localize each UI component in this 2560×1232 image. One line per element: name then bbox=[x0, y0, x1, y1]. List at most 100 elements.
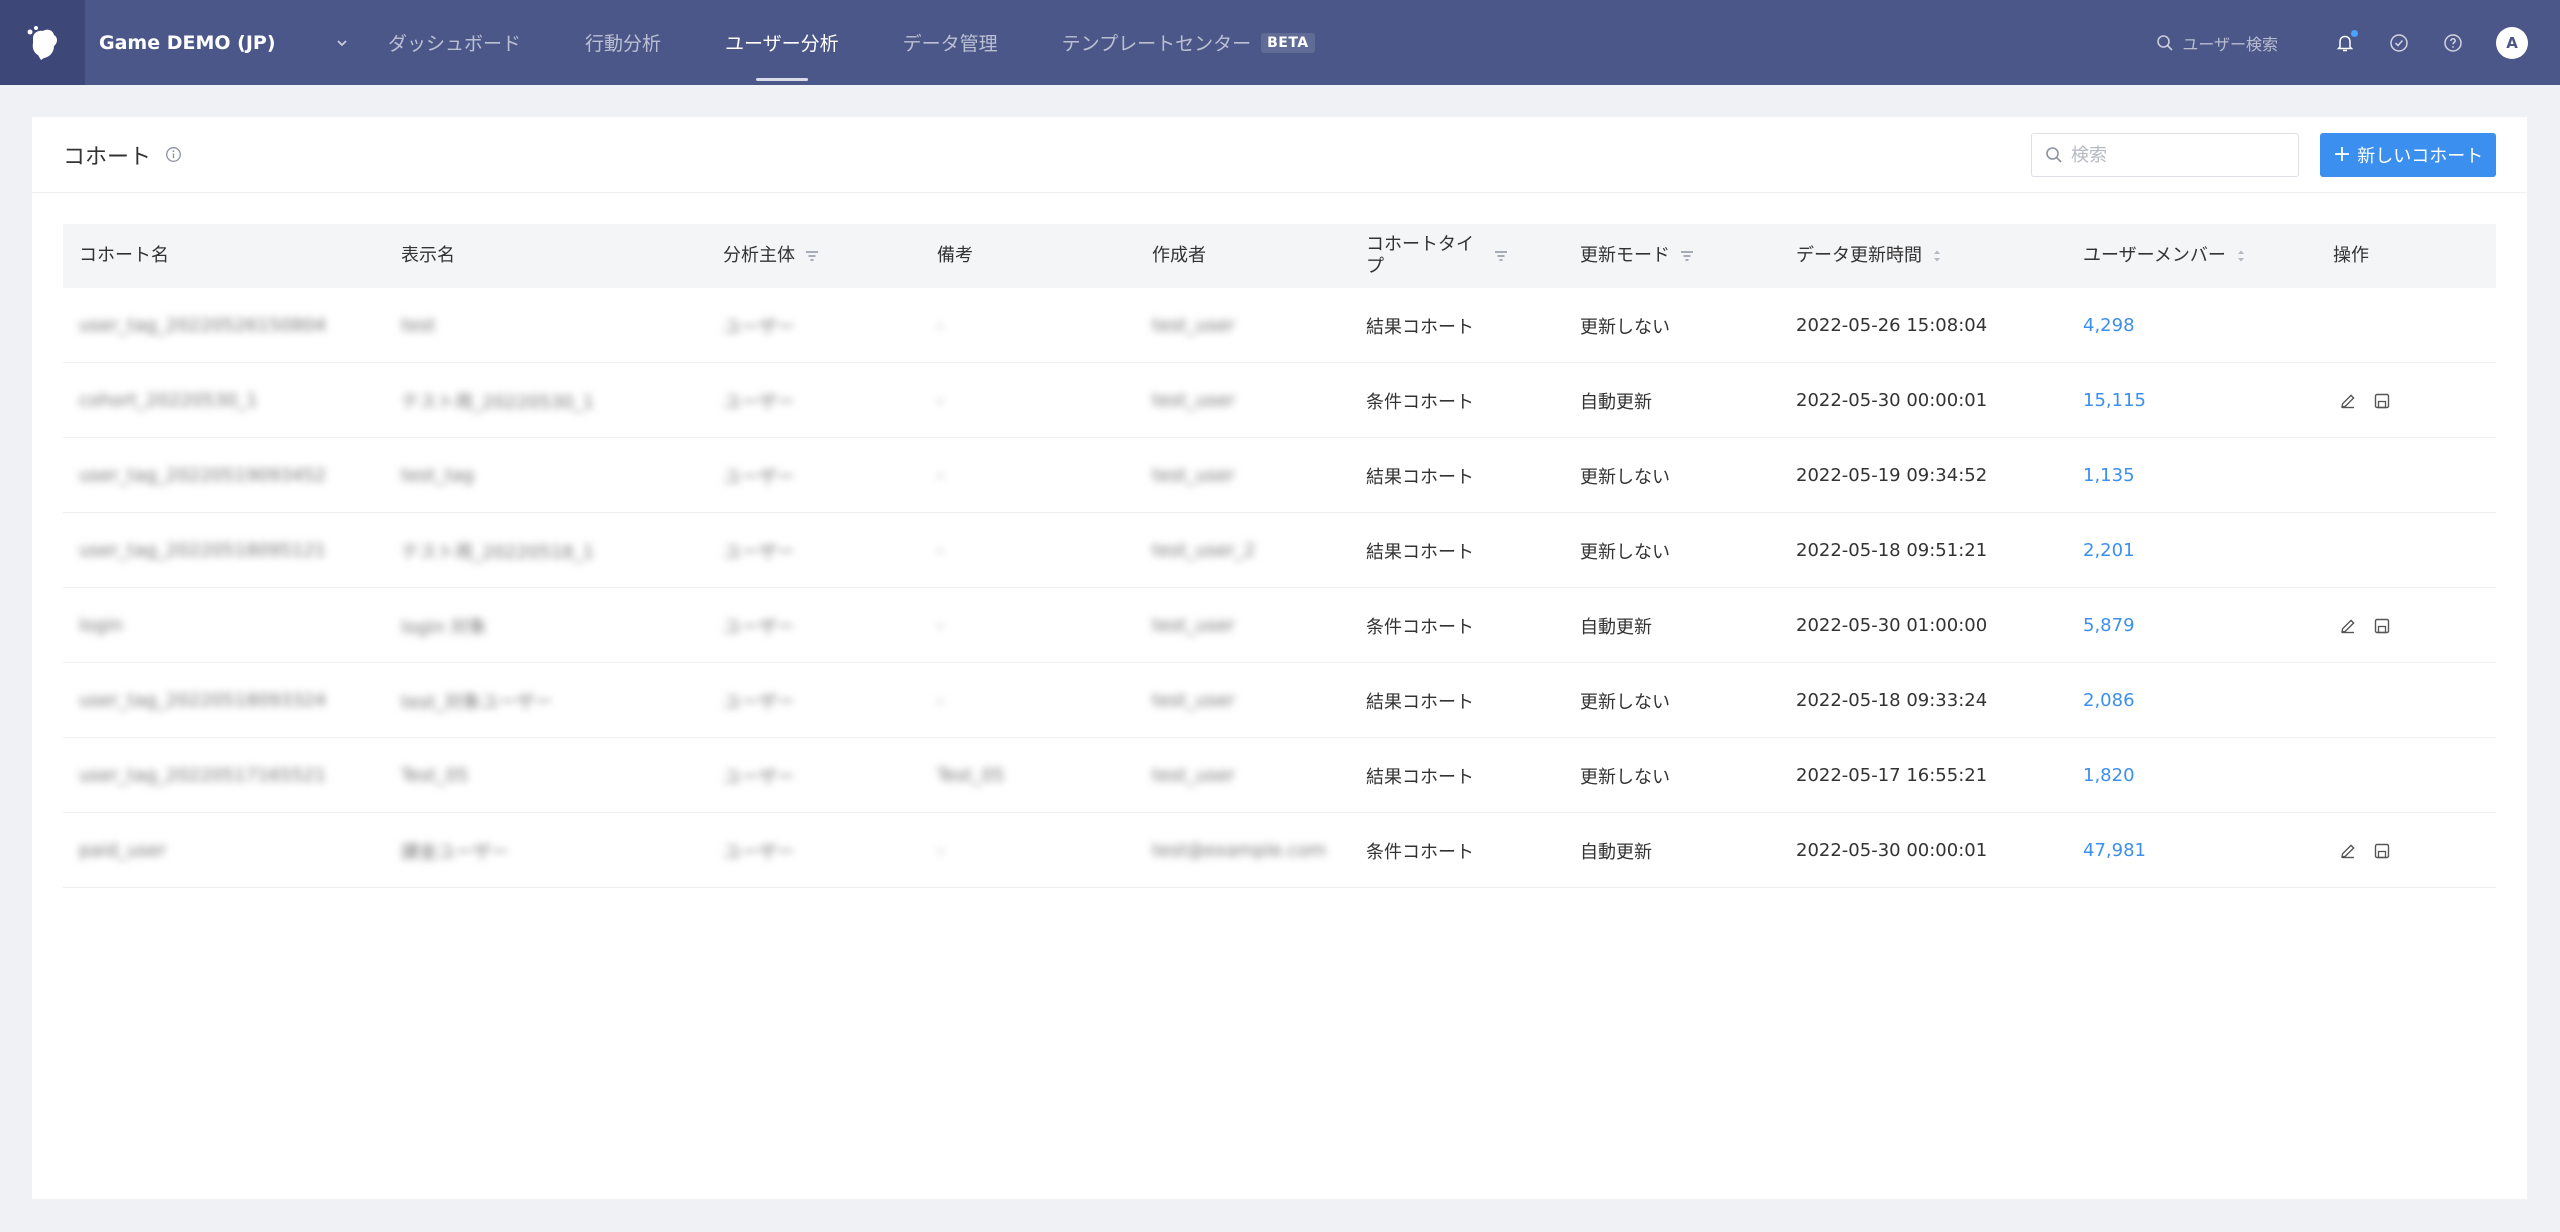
cell-data-update-time: 2022-05-30 01:00:00 bbox=[1796, 588, 1987, 663]
check-circle-icon bbox=[2390, 33, 2408, 52]
cell-user-members: 5,879 bbox=[2083, 588, 2135, 663]
filter-icon[interactable] bbox=[1680, 250, 1694, 262]
info-icon[interactable] bbox=[165, 146, 182, 163]
table-row[interactable]: paid_user 課金ユーザー ユーザー - test@example.com… bbox=[63, 813, 2496, 888]
user-members-link[interactable]: 2,201 bbox=[2083, 540, 2135, 561]
edit-icon[interactable] bbox=[2339, 617, 2357, 635]
main-nav-tabs: ダッシュボード 行動分析 ユーザー分析 データ管理 テンプレートセンター BET… bbox=[373, 0, 1315, 85]
notifications-button[interactable] bbox=[2334, 29, 2358, 54]
note: - bbox=[937, 465, 944, 486]
cell-cohort-type: 結果コホート bbox=[1366, 438, 1474, 513]
tab-label: ユーザー分析 bbox=[725, 33, 839, 55]
table-row[interactable]: user_tag_20220526150804 test ユーザー - test… bbox=[63, 288, 2496, 363]
cell-user-members: 47,981 bbox=[2083, 813, 2146, 888]
update-mode: 自動更新 bbox=[1580, 841, 1652, 863]
user-members-link[interactable]: 5,879 bbox=[2083, 615, 2135, 636]
note: - bbox=[937, 315, 944, 336]
cell-display-name: テスト用_20220518_1 bbox=[401, 513, 594, 588]
help-circle-icon bbox=[2444, 33, 2462, 52]
table-row[interactable]: user_tag_20220518093324 test_対象ユーザー ユーザー… bbox=[63, 663, 2496, 738]
save-icon[interactable] bbox=[2373, 617, 2391, 635]
display-name: Test_05 bbox=[401, 765, 469, 786]
user-search-label: ユーザー検索 bbox=[2182, 34, 2278, 54]
creator: test@example.com bbox=[1152, 840, 1327, 861]
note: - bbox=[937, 390, 944, 411]
cohort-table: コホート名 表示名 分析主体 備考 作成者 コホートタイプ 更新モード データ更… bbox=[63, 224, 2496, 888]
cell-cohort-type: 結果コホート bbox=[1366, 288, 1474, 363]
user-members-link[interactable]: 2,086 bbox=[2083, 690, 2135, 711]
filter-icon[interactable] bbox=[1494, 250, 1508, 262]
header-label: 表示名 bbox=[401, 245, 455, 266]
filter-icon[interactable] bbox=[805, 250, 819, 262]
display-name: test bbox=[401, 315, 436, 336]
user-search[interactable]: ユーザー検索 bbox=[2156, 31, 2278, 55]
user-members-link[interactable]: 47,981 bbox=[2083, 840, 2146, 861]
avatar[interactable]: A bbox=[2496, 26, 2528, 59]
save-icon[interactable] bbox=[2373, 842, 2391, 860]
creator: test_user bbox=[1152, 315, 1235, 336]
table-row[interactable]: login login 対象 ユーザー - test_user 条件コホート 自… bbox=[63, 588, 2496, 663]
tab-behavior-analysis[interactable]: 行動分析 bbox=[585, 0, 661, 85]
cohort-type: 条件コホート bbox=[1366, 391, 1474, 413]
table-row[interactable]: user_tag_20220518095121 テスト用_20220518_1 … bbox=[63, 513, 2496, 588]
creator: test_user bbox=[1152, 765, 1235, 786]
tab-data-management[interactable]: データ管理 bbox=[903, 0, 998, 85]
help-button[interactable] bbox=[2442, 32, 2464, 54]
cohort-name: user_tag_20220519093452 bbox=[79, 465, 327, 486]
edit-icon[interactable] bbox=[2339, 842, 2357, 860]
cohort-name: user_tag_20220517165521 bbox=[79, 765, 327, 786]
col-cohort-name: コホート名 bbox=[79, 245, 169, 267]
header-label: データ更新時間 bbox=[1796, 245, 1922, 266]
search-input[interactable] bbox=[2071, 144, 2291, 166]
cell-data-update-time: 2022-05-18 09:33:24 bbox=[1796, 663, 1987, 738]
project-selector[interactable]: Game DEMO (JP) bbox=[85, 0, 357, 85]
cell-display-name: test_tag bbox=[401, 438, 474, 513]
note: Test_05 bbox=[937, 765, 1005, 786]
subject: ユーザー bbox=[723, 466, 795, 488]
logo[interactable] bbox=[0, 0, 85, 85]
cell-user-members: 1,820 bbox=[2083, 738, 2135, 813]
cell-display-name: test_対象ユーザー bbox=[401, 663, 552, 738]
cell-actions bbox=[2339, 363, 2391, 438]
table-row[interactable]: cohort_20220530_1 テスト用_20220530_1 ユーザー -… bbox=[63, 363, 2496, 438]
row-actions bbox=[2339, 617, 2391, 635]
cell-user-members: 2,086 bbox=[2083, 663, 2135, 738]
table-row[interactable]: user_tag_20220517165521 Test_05 ユーザー Tes… bbox=[63, 738, 2496, 813]
note: - bbox=[937, 690, 944, 711]
tab-dashboard[interactable]: ダッシュボード bbox=[388, 0, 521, 85]
cell-cohort-name: paid_user bbox=[79, 813, 166, 888]
user-members-link[interactable]: 4,298 bbox=[2083, 315, 2135, 336]
update-mode: 更新しない bbox=[1580, 691, 1670, 713]
data-update-time: 2022-05-18 09:33:24 bbox=[1796, 690, 1988, 711]
cell-creator: test@example.com bbox=[1152, 813, 1326, 888]
user-members-link[interactable]: 1,135 bbox=[2083, 465, 2135, 486]
tab-label: 行動分析 bbox=[585, 33, 662, 55]
user-members-link[interactable]: 1,820 bbox=[2083, 765, 2135, 786]
cell-note: - bbox=[937, 663, 944, 738]
tab-label: データ管理 bbox=[902, 33, 998, 55]
cell-creator: test_user bbox=[1152, 738, 1235, 813]
cohort-name: user_tag_20220518093324 bbox=[79, 690, 327, 711]
cell-actions bbox=[2339, 813, 2391, 888]
cell-creator: test_user bbox=[1152, 288, 1235, 363]
tab-template-center[interactable]: テンプレートセンター BETA bbox=[1062, 0, 1315, 85]
col-creator: 作成者 bbox=[1152, 245, 1206, 267]
cell-data-update-time: 2022-05-26 15:08:04 bbox=[1796, 288, 1987, 363]
sort-icon[interactable] bbox=[2236, 248, 2246, 264]
table-row[interactable]: user_tag_20220519093452 test_tag ユーザー - … bbox=[63, 438, 2496, 513]
col-data-update-time[interactable]: データ更新時間 bbox=[1796, 245, 1942, 267]
cell-creator: test_user bbox=[1152, 588, 1235, 663]
tasks-button[interactable] bbox=[2388, 32, 2410, 54]
user-members-link[interactable]: 15,115 bbox=[2083, 390, 2146, 411]
tab-label: テンプレートセンター bbox=[1061, 33, 1252, 55]
cell-update-mode: 自動更新 bbox=[1580, 363, 1652, 438]
save-icon[interactable] bbox=[2373, 392, 2391, 410]
cell-subject: ユーザー bbox=[723, 663, 795, 738]
sort-icon[interactable] bbox=[1932, 248, 1942, 264]
new-cohort-button[interactable]: + 新しいコホート bbox=[2320, 133, 2496, 177]
col-user-members[interactable]: ユーザーメンバー bbox=[2083, 245, 2246, 267]
note: - bbox=[937, 840, 944, 861]
tab-user-analysis[interactable]: ユーザー分析 bbox=[725, 0, 839, 85]
edit-icon[interactable] bbox=[2339, 392, 2357, 410]
cell-user-members: 4,298 bbox=[2083, 288, 2135, 363]
